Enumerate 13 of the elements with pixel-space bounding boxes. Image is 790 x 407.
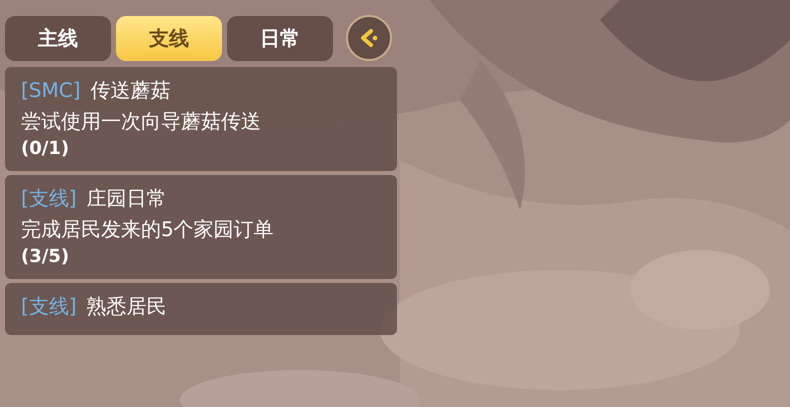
quest-tag: [支线] xyxy=(21,291,77,321)
quest-title: 熟悉居民 xyxy=(86,293,167,320)
quest-title: 传送蘑菇 xyxy=(90,77,171,104)
quest-tag: [支线] xyxy=(21,183,77,213)
quest-card[interactable]: [支线] 熟悉居民 xyxy=(5,283,397,335)
quest-description: 尝试使用一次向导蘑菇传送 xyxy=(21,108,262,135)
tab[interactable]: 日常 xyxy=(227,16,333,60)
chevron-left-icon xyxy=(358,27,380,49)
tab[interactable]: 主线 xyxy=(5,16,111,60)
tab[interactable]: 支线 xyxy=(116,16,222,60)
quest-description: 完成居民发来的5个家园订单 xyxy=(21,216,275,243)
quest-tag: [SMC] xyxy=(21,75,81,105)
quest-title: 庄园日常 xyxy=(86,185,167,212)
